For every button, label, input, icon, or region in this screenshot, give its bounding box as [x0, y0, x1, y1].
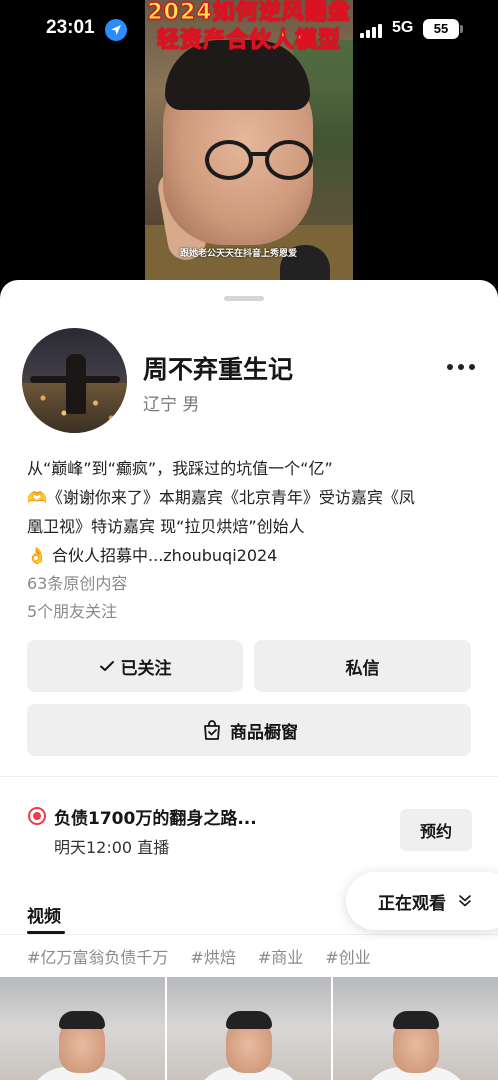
video-thumbnail[interactable]	[333, 977, 498, 1080]
tag-item[interactable]: #亿万富翁负债千万	[27, 944, 168, 968]
bio-line-2: 🫶《谢谢你来了》本期嘉宾《北京青年》受访嘉宾《凤	[27, 484, 477, 508]
bio-line-4: 👌 合伙人招募中...zhoubuqi2024	[27, 542, 477, 566]
reserve-label: 预约	[419, 822, 452, 841]
chevron-double-down-icon	[459, 895, 471, 907]
follow-button[interactable]: 已关注	[27, 640, 243, 692]
message-label: 私信	[345, 658, 380, 679]
tag-item[interactable]: #烘焙	[190, 944, 235, 968]
avatar-arms	[30, 376, 120, 383]
video-thumbnail[interactable]	[0, 977, 165, 1080]
section-divider	[0, 776, 498, 777]
bio-line-1: 从“巅峰”到“癫疯”，我踩过的坑值一个“亿”	[27, 459, 333, 478]
message-button[interactable]: 私信	[254, 640, 471, 692]
profile-name: 周不弃重生记	[143, 355, 294, 384]
video-thumbnail[interactable]	[166, 977, 332, 1080]
battery-nub	[460, 25, 463, 33]
live-dot-icon	[28, 807, 46, 825]
tag-item[interactable]: #商业	[258, 944, 303, 968]
now-watching-button[interactable]: 正在观看	[346, 872, 498, 930]
bio-line-4-text[interactable]: 合伙人招募中...zhoubuqi2024	[52, 546, 277, 565]
bio-line-2-text: 《谢谢你来了》本期嘉宾《北京青年》受访嘉宾《凤	[46, 488, 415, 507]
glasses-right	[265, 140, 313, 180]
reserve-button[interactable]: 预约	[400, 809, 472, 851]
profile-sheet: 周不弃重生记 辽宁 男 从“巅峰”到“癫疯”，我踩过的坑值一个“亿” 🫶《谢谢你…	[0, 280, 498, 1080]
heart-hands-icon: 🫶	[27, 488, 47, 507]
glasses-bridge	[249, 152, 269, 156]
signal-icon	[360, 22, 384, 38]
avatar[interactable]	[22, 328, 127, 433]
tab-divider	[0, 934, 498, 935]
status-time: 23:01	[46, 17, 95, 38]
shop-bag-icon	[204, 720, 220, 740]
network-type: 5G	[392, 19, 414, 36]
tag-list: #亿万富翁负债千万 #烘焙 #商业 #创业	[27, 944, 371, 968]
video-subtitle: 跟她老公天天在抖音上秀恩爱	[180, 249, 298, 259]
live-time: 明天12:00 直播	[54, 838, 170, 857]
tab-video[interactable]: 视频	[27, 902, 61, 927]
location-arrow-icon	[105, 19, 127, 41]
thumb-hair	[392, 1011, 439, 1029]
more-icon[interactable]	[447, 364, 475, 372]
original-content-count: 63条原创内容	[27, 574, 128, 593]
tag-item[interactable]: #创业	[325, 944, 370, 968]
follow-label: 已关注	[120, 658, 172, 679]
glasses-left	[205, 140, 253, 180]
thumb-hair	[226, 1011, 272, 1029]
ok-hand-icon: 👌	[27, 546, 47, 565]
friends-following[interactable]: 5个朋友关注	[27, 598, 117, 622]
shop-window-button[interactable]: 商品橱窗	[27, 704, 471, 756]
video-grid	[0, 977, 498, 1080]
profile-region: 辽宁 男	[143, 395, 200, 415]
thumb-hair	[59, 1011, 106, 1029]
now-watching-label: 正在观看	[378, 893, 446, 914]
sheet-drag-handle[interactable]	[224, 296, 264, 301]
status-bar: 23:01 5G 55	[0, 0, 498, 60]
shop-window-label: 商品橱窗	[230, 722, 298, 743]
live-title[interactable]: 负债1700万的翻身之路...	[54, 804, 257, 829]
avatar-person	[66, 354, 86, 414]
check-icon	[99, 661, 114, 671]
battery-icon: 55	[423, 19, 459, 39]
bio-line-3: 凰卫视》特访嘉宾 现“拉贝烘焙”创始人	[27, 517, 305, 536]
